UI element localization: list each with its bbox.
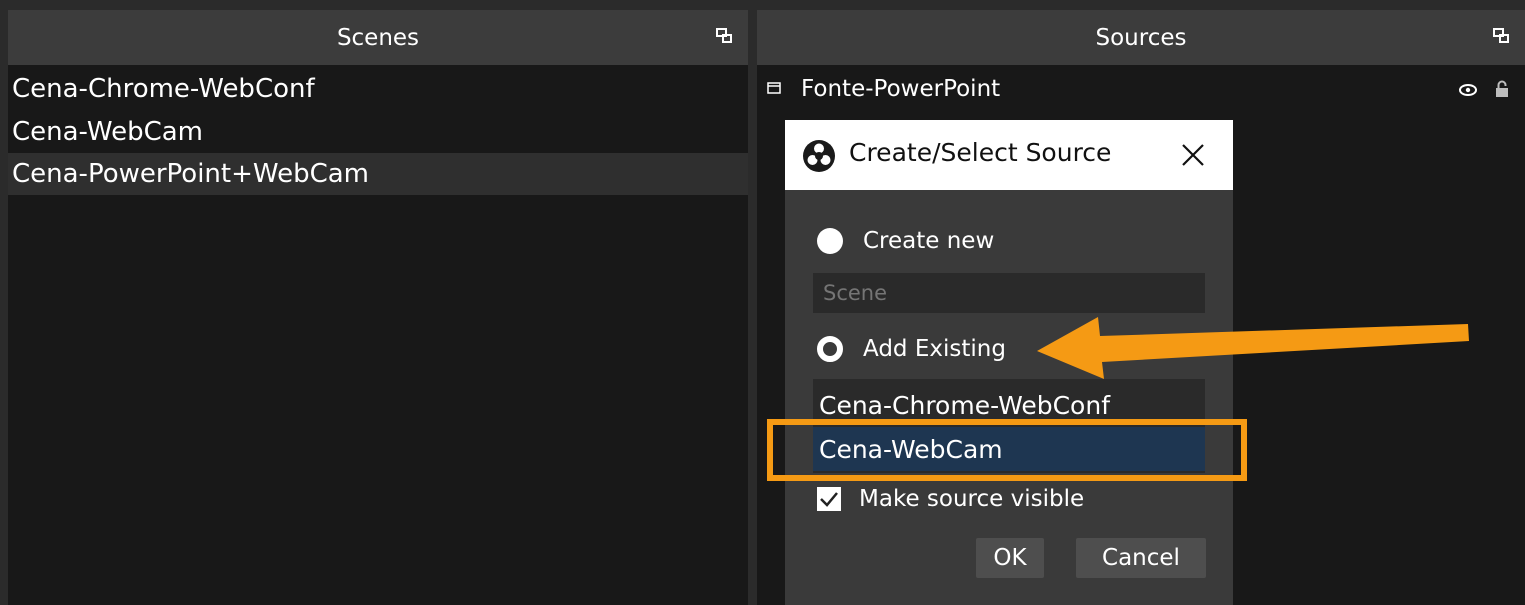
cancel-button-label: Cancel [1102, 545, 1180, 571]
ok-button[interactable]: OK [976, 538, 1044, 578]
make-visible-checkbox[interactable] [817, 487, 841, 511]
list-item-label: Cena-WebCam [819, 434, 1003, 464]
create-new-option[interactable]: Create new [817, 228, 994, 254]
scene-item[interactable]: Cena-Chrome-WebConf [8, 68, 748, 110]
eye-icon[interactable] [1459, 84, 1477, 96]
source-item[interactable]: Fonte-PowerPoint [757, 68, 1525, 110]
undock-icon[interactable] [714, 26, 734, 46]
check-icon [820, 492, 838, 507]
lock-icon[interactable] [1495, 80, 1509, 98]
dialog-title: Create/Select Source [849, 138, 1112, 167]
add-existing-label: Add Existing [863, 336, 1006, 362]
undock-icon[interactable] [1491, 26, 1511, 46]
source-item-label: Fonte-PowerPoint [801, 76, 1001, 102]
existing-sources-list[interactable]: Cena-Chrome-WebConf Cena-WebCam [813, 379, 1205, 473]
source-name-field[interactable] [813, 273, 1205, 313]
scene-item-label: Cena-PowerPoint+WebCam [12, 159, 369, 189]
sources-panel-title: Sources [1095, 24, 1187, 51]
scene-item-selected[interactable]: Cena-PowerPoint+WebCam [8, 153, 748, 195]
cancel-button[interactable]: Cancel [1076, 538, 1206, 578]
make-visible-option[interactable]: Make source visible [817, 486, 1084, 512]
create-select-source-dialog: Create/Select Source Create new Add Exis… [785, 120, 1233, 605]
scenes-panel-header: Scenes [8, 10, 748, 65]
obs-logo-icon [803, 140, 835, 172]
close-icon[interactable] [1179, 141, 1207, 169]
list-item-label: Cena-Chrome-WebConf [819, 390, 1110, 420]
list-item-selected[interactable]: Cena-WebCam [813, 427, 1205, 471]
create-new-label: Create new [863, 228, 995, 254]
scenes-panel-title: Scenes [336, 24, 420, 51]
add-existing-option[interactable]: Add Existing [817, 336, 1006, 362]
sources-panel-header: Sources [757, 10, 1525, 65]
window-capture-icon [767, 82, 781, 94]
scene-item[interactable]: Cena-WebCam [8, 111, 748, 153]
list-item[interactable]: Cena-Chrome-WebConf [813, 383, 1205, 427]
create-new-radio[interactable] [817, 228, 843, 254]
dialog-titlebar: Create/Select Source [785, 120, 1233, 190]
scene-item-label: Cena-WebCam [12, 117, 203, 147]
make-visible-label: Make source visible [859, 486, 1085, 512]
scenes-panel: Scenes Cena-Chrome-WebConf Cena-WebCam C… [8, 10, 748, 605]
scene-item-label: Cena-Chrome-WebConf [12, 74, 315, 104]
ok-button-label: OK [993, 545, 1027, 571]
add-existing-radio[interactable] [817, 336, 843, 362]
